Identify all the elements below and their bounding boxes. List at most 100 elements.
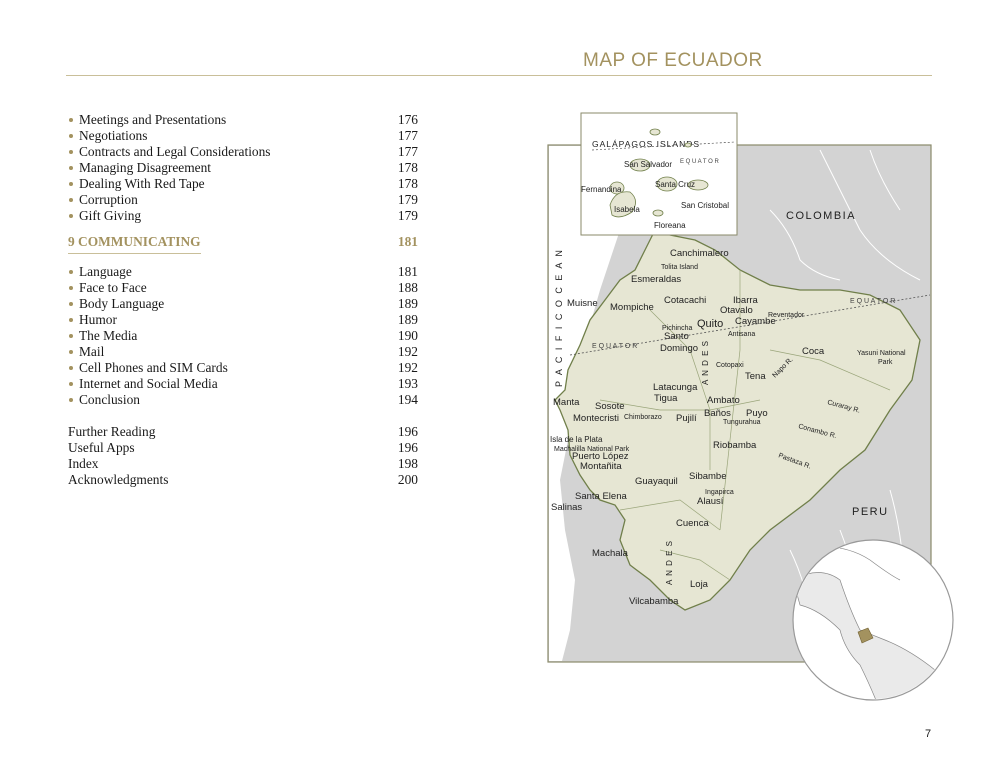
svg-text:Tigua: Tigua — [654, 393, 678, 404]
svg-text:Otavalo: Otavalo — [720, 305, 753, 316]
toc-entry: Language 181 — [68, 264, 418, 280]
svg-text:Tena: Tena — [745, 371, 766, 382]
toc-entry: Body Language 189 — [68, 296, 418, 312]
svg-text:Yasuni National: Yasuni National — [857, 350, 906, 357]
svg-text:Antisana: Antisana — [728, 331, 755, 338]
ocean-label: P A C I F I C O C E A N — [554, 248, 564, 387]
svg-text:Pujilí: Pujilí — [676, 413, 697, 424]
map-of-ecuador: E Q U A T O R E Q U A T O R GALÁPAGOS IS… — [547, 112, 954, 701]
svg-text:Park: Park — [878, 359, 893, 366]
bullet-icon — [69, 318, 73, 322]
toc-entry: The Media 190 — [68, 328, 418, 344]
svg-text:Ambato: Ambato — [707, 395, 740, 406]
svg-text:Cayambe: Cayambe — [735, 316, 776, 327]
svg-text:Floreana: Floreana — [654, 221, 686, 230]
toc-entry-label: Humor — [79, 312, 117, 327]
toc-entry-label: Managing Disagreement — [79, 160, 212, 175]
toc-entry-page: 177 — [397, 128, 418, 143]
andes-label-north: A N D E S — [701, 340, 710, 385]
svg-text:Montañita: Montañita — [580, 461, 622, 472]
toc-entry: Contracts and Legal Considerations 177 — [68, 144, 418, 160]
bullet-icon — [69, 118, 73, 122]
toc-entry: Conclusion 194 — [68, 392, 418, 408]
svg-text:San Cristobal: San Cristobal — [681, 201, 729, 210]
toc-entry-page: 179 — [397, 192, 418, 207]
toc-entry-label: Contracts and Legal Considerations — [79, 144, 271, 159]
equator-label-west: E Q U A T O R — [592, 343, 637, 350]
svg-text:Baños: Baños — [704, 408, 731, 419]
svg-text:Coca: Coca — [802, 346, 825, 357]
toc-entry: Cell Phones and SIM Cards 192 — [68, 360, 418, 376]
svg-text:Fernandina: Fernandina — [581, 185, 622, 194]
inset-equator: E Q U A T O R — [680, 159, 719, 165]
toc-entry-page: 193 — [397, 376, 418, 391]
toc-entry: Gift Giving 179 — [68, 208, 418, 224]
toc-entry: Acknowledgments 200 — [68, 472, 418, 488]
bullet-icon — [69, 182, 73, 186]
toc-entry-label: Internet and Social Media — [79, 376, 218, 391]
bullet-icon — [69, 286, 73, 290]
svg-text:Domingo: Domingo — [660, 343, 698, 354]
toc-entry-label: Body Language — [79, 296, 165, 311]
toc-entry: Negotiations 177 — [68, 128, 418, 144]
bullet-icon — [69, 334, 73, 338]
svg-text:Puyo: Puyo — [746, 408, 768, 419]
svg-text:Loja: Loja — [690, 579, 709, 590]
toc-entry-page: 179 — [397, 208, 418, 223]
svg-text:Cotacachi: Cotacachi — [664, 295, 706, 306]
svg-text:Montecristi: Montecristi — [573, 413, 619, 424]
svg-text:Cotopaxi: Cotopaxi — [716, 362, 744, 369]
table-of-contents: Meetings and Presentations 176 Negotiation… — [68, 112, 418, 488]
toc-entry-page: 178 — [397, 160, 418, 175]
svg-text:Canchimalero: Canchimalero — [670, 248, 729, 259]
toc-entry-page: 177 — [397, 144, 418, 159]
bullet-icon — [69, 134, 73, 138]
toc-entry-page: 188 — [397, 280, 418, 295]
toc-entry: Managing Disagreement 178 — [68, 160, 418, 176]
map-title: MAP OF ECUADOR — [583, 50, 763, 71]
toc-entry-label: The Media — [79, 328, 138, 343]
toc-entry-label: Language — [79, 264, 132, 279]
globe-inset — [792, 539, 954, 701]
toc-entry-page: 189 — [397, 296, 418, 311]
toc-entry-page: 196 — [397, 440, 418, 455]
toc-entry-label: Mail — [79, 344, 105, 359]
bullet-icon — [69, 166, 73, 170]
bullet-icon — [69, 350, 73, 354]
toc-entry-label: Further Reading — [68, 424, 156, 439]
chapter-title: 9 COMMUNICATING — [68, 234, 201, 254]
toc-entry-page: 176 — [397, 112, 418, 127]
toc-entry: Dealing With Red Tape 178 — [68, 176, 418, 192]
svg-text:Ingapirca: Ingapirca — [705, 489, 734, 496]
bullet-icon — [69, 398, 73, 402]
svg-text:Chimborazo: Chimborazo — [624, 414, 662, 421]
svg-text:Cuenca: Cuenca — [676, 518, 709, 529]
toc-entry-label: Useful Apps — [68, 440, 135, 455]
toc-entry: Useful Apps 196 — [68, 440, 418, 456]
toc-entry-label: Face to Face — [79, 280, 147, 295]
svg-text:Sibambe: Sibambe — [689, 471, 727, 482]
toc-entry: Mail 192 — [68, 344, 418, 360]
toc-entry: Further Reading 196 — [68, 424, 418, 440]
toc-entry-page: 198 — [397, 456, 418, 471]
andes-label-south: A N D E S — [665, 540, 674, 585]
svg-text:Salinas: Salinas — [551, 502, 582, 513]
toc-entry-label: Cell Phones and SIM Cards — [79, 360, 228, 375]
svg-text:Guayaquil: Guayaquil — [635, 476, 678, 487]
toc-entry: Face to Face 188 — [68, 280, 418, 296]
toc-entry: Corruption 179 — [68, 192, 418, 208]
toc-entry-page: 194 — [397, 392, 418, 407]
toc-entry-label: Negotiations — [79, 128, 148, 143]
svg-text:Esmeraldas: Esmeraldas — [631, 274, 681, 285]
bullet-icon — [69, 214, 73, 218]
page-number: 7 — [925, 728, 932, 740]
toc-entry: Meetings and Presentations 176 — [68, 112, 418, 128]
svg-text:San Salvador: San Salvador — [624, 160, 672, 169]
toc-entry-page: 200 — [397, 472, 418, 487]
toc-entry: Index 198 — [68, 456, 418, 472]
peru-label: PERU — [852, 506, 889, 518]
toc-entry-label: Acknowledgments — [68, 472, 169, 487]
bullet-icon — [69, 150, 73, 154]
toc-entry-page: 192 — [397, 344, 418, 359]
svg-text:Santo: Santo — [664, 331, 689, 342]
